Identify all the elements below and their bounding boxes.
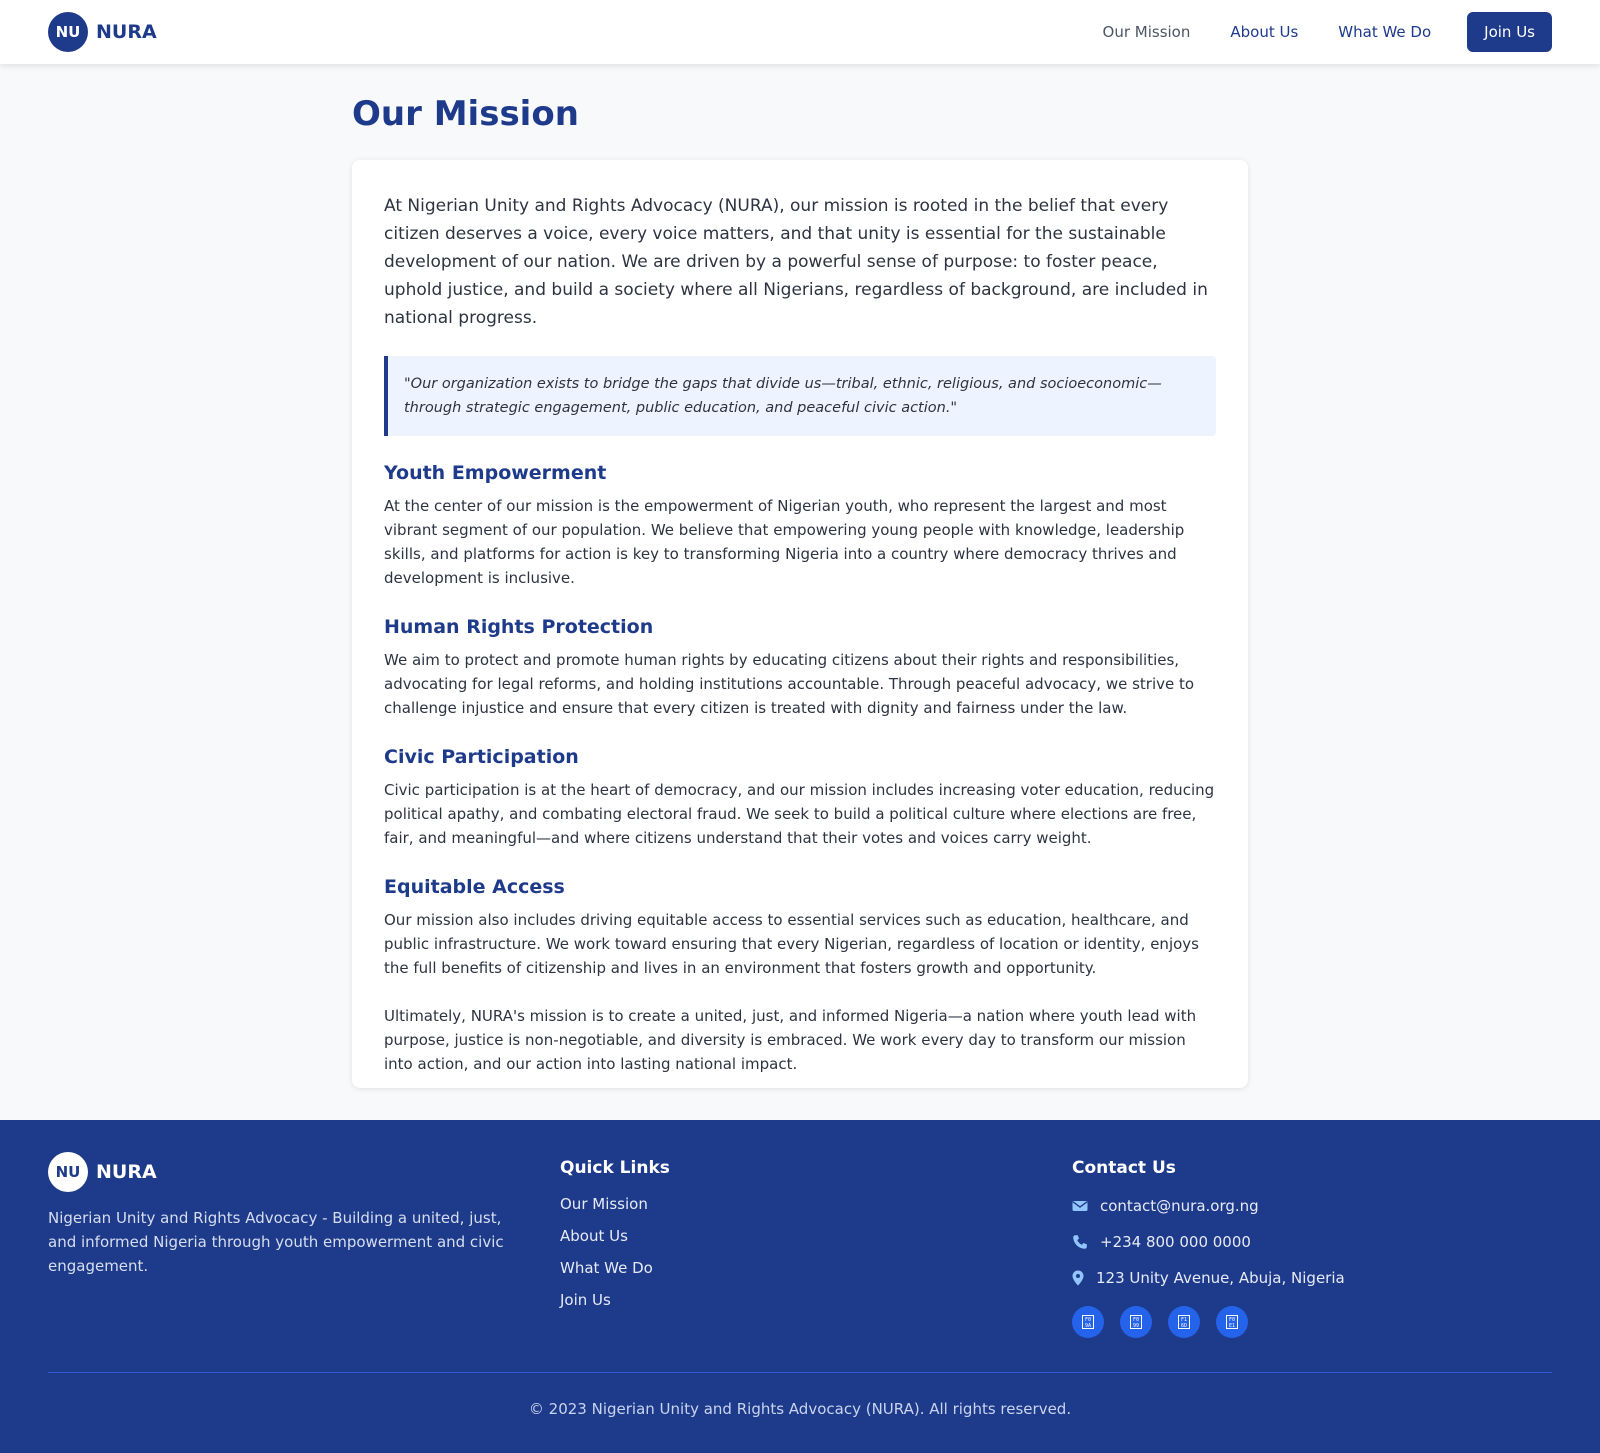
facebook-icon[interactable]: F0 9A <box>1072 1306 1104 1338</box>
contact-email[interactable]: contact@nura.org.ng <box>1072 1188 1345 1224</box>
nav-what-we-do[interactable]: What We Do <box>1338 23 1431 41</box>
quick-links-heading: Quick Links <box>560 1158 670 1178</box>
join-us-button[interactable]: Join Us <box>1467 12 1552 52</box>
closing-paragraph: Ultimately, NURA's mission is to create … <box>384 1007 1197 1073</box>
footer-logo: NU <box>48 1152 88 1192</box>
logo[interactable]: NU <box>48 12 88 52</box>
footer-link-join-us[interactable]: Join Us <box>560 1284 670 1316</box>
contact-phone-text: +234 800 000 0000 <box>1100 1233 1251 1251</box>
intro-paragraph: At Nigerian Unity and Rights Advocacy (N… <box>384 196 1208 328</box>
footer-brand: NU NURA <box>48 1152 518 1192</box>
nav-about-us[interactable]: About Us <box>1230 23 1298 41</box>
svg-text:E1: E1 <box>1229 1323 1235 1329</box>
contact-phone[interactable]: +234 800 000 0000 <box>1072 1224 1345 1260</box>
brand-name[interactable]: NURA <box>96 21 157 43</box>
section-heading-youth-empowerment: Youth Empowerment <box>384 462 607 484</box>
section-text-human-rights: We aim to protect and promote human righ… <box>384 651 1195 717</box>
section-text-youth-empowerment: At the center of our mission is the empo… <box>384 497 1185 587</box>
envelope-icon <box>1072 1198 1088 1214</box>
footer-link-our-mission[interactable]: Our Mission <box>560 1188 670 1220</box>
contact-address: 123 Unity Avenue, Abuja, Nigeria <box>1072 1260 1345 1296</box>
section-heading-equitable-access: Equitable Access <box>384 876 565 898</box>
phone-icon <box>1072 1234 1088 1250</box>
twitter-icon[interactable]: F0 99 <box>1120 1306 1152 1338</box>
contact-address-text: 123 Unity Avenue, Abuja, Nigeria <box>1096 1269 1345 1287</box>
footer-quick-links: Quick Links Our Mission About Us What We… <box>560 1152 670 1316</box>
svg-text:9A: 9A <box>1085 1323 1091 1329</box>
instagram-icon[interactable]: F1 6D <box>1168 1306 1200 1338</box>
page-title: Our Mission <box>352 94 579 134</box>
mission-quote: "Our organization exists to bridge the g… <box>384 356 1216 436</box>
map-pin-icon <box>1072 1270 1084 1286</box>
footer-description: Nigerian Unity and Rights Advocacy - Bui… <box>48 1209 504 1275</box>
linkedin-icon[interactable]: F0 E1 <box>1216 1306 1248 1338</box>
footer-about: NU NURA Nigerian Unity and Rights Advoca… <box>48 1152 518 1278</box>
brand[interactable]: NU NURA <box>48 12 157 52</box>
contact-email-text: contact@nura.org.ng <box>1100 1197 1259 1215</box>
footer-contact: Contact Us contact@nura.org.ng +234 800 … <box>1072 1152 1345 1338</box>
footer-brand-name: NURA <box>96 1161 157 1183</box>
svg-text:6D: 6D <box>1181 1323 1187 1329</box>
nav-our-mission[interactable]: Our Mission <box>1103 23 1191 41</box>
copyright: © 2023 Nigerian Unity and Rights Advocac… <box>528 1400 1072 1418</box>
section-heading-human-rights: Human Rights Protection <box>384 616 654 638</box>
main-nav: Our Mission About Us What We Do Join Us <box>1063 12 1552 52</box>
quick-links-list: Our Mission About Us What We Do Join Us <box>560 1188 670 1316</box>
section-heading-civic-participation: Civic Participation <box>384 746 579 768</box>
site-footer: NU NURA Nigerian Unity and Rights Advoca… <box>0 1120 1600 1453</box>
social-links: F0 9A F0 99 F1 6D F0 E1 <box>1072 1306 1345 1338</box>
section-text-equitable-access: Our mission also includes driving equita… <box>384 911 1199 977</box>
footer-divider <box>48 1372 1552 1373</box>
svg-text:99: 99 <box>1133 1323 1139 1329</box>
section-text-civic-participation: Civic participation is at the heart of d… <box>384 781 1215 847</box>
contact-list: contact@nura.org.ng +234 800 000 0000 12… <box>1072 1188 1345 1296</box>
mission-card: At Nigerian Unity and Rights Advocacy (N… <box>352 160 1248 1088</box>
site-header: NU NURA Our Mission About Us What We Do … <box>0 0 1600 64</box>
contact-heading: Contact Us <box>1072 1158 1176 1178</box>
footer-link-what-we-do[interactable]: What We Do <box>560 1252 670 1284</box>
footer-link-about-us[interactable]: About Us <box>560 1220 670 1252</box>
